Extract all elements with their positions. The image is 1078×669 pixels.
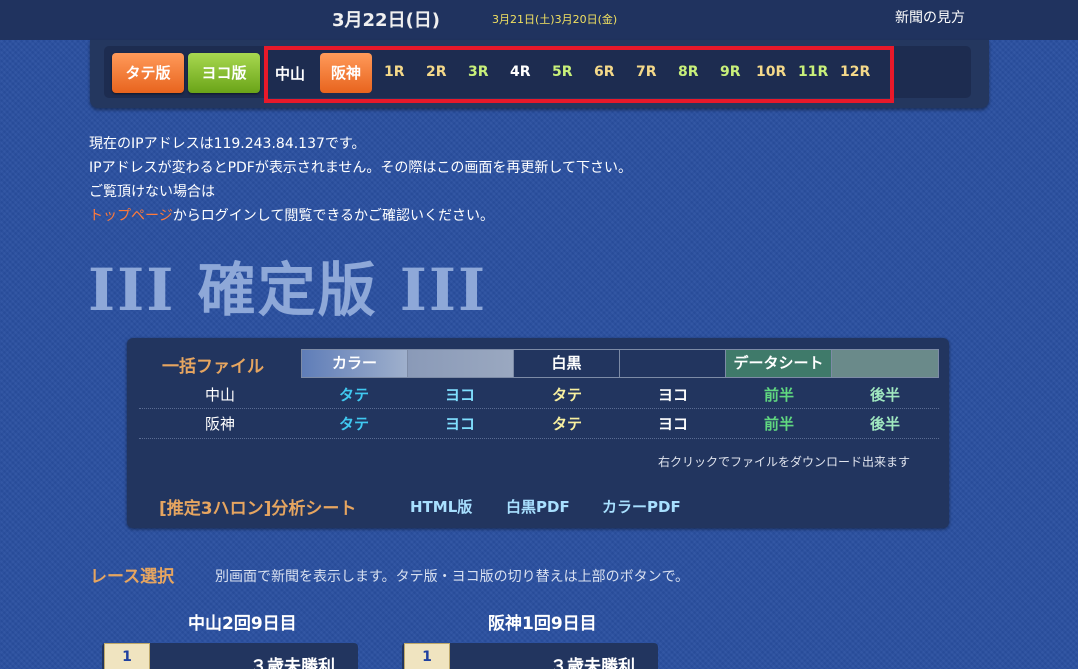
header-color-2 xyxy=(407,349,514,378)
race-3r[interactable]: 3R xyxy=(468,64,489,80)
row-venue-hanshin: 阪神 xyxy=(204,415,235,433)
race-4r[interactable]: 4R xyxy=(510,64,531,80)
nakayama-data-first[interactable]: 前半 xyxy=(749,384,809,405)
race-10r[interactable]: 10R xyxy=(756,64,786,80)
header-bw: 白黒 xyxy=(513,349,620,378)
race-12r[interactable]: 12R xyxy=(840,64,870,80)
top-page-link[interactable]: トップページ xyxy=(89,208,173,224)
race-7r[interactable]: 7R xyxy=(636,64,657,80)
row-divider xyxy=(139,438,939,439)
yoko-button[interactable]: ヨコ版 xyxy=(188,53,260,93)
analysis-color-pdf-link[interactable]: カラーPDF xyxy=(602,496,681,517)
nakayama-bw-yoko[interactable]: ヨコ xyxy=(643,384,703,405)
row-venue-nakayama: 中山 xyxy=(204,386,235,404)
race-number: 1 xyxy=(404,643,450,669)
fixed-version-title: III 確定版 III xyxy=(88,256,488,324)
race-select-description: 別画面で新聞を表示します。タテ版・ヨコ版の切り替えは上部のボタンで。 xyxy=(215,569,690,585)
nakayama-color-yoko[interactable]: ヨコ xyxy=(430,384,490,405)
venue-nakayama[interactable]: 中山 xyxy=(275,63,305,84)
race-card-nakayama-1[interactable]: 1 ３歳未勝利 xyxy=(102,643,358,669)
race-name: ３歳未勝利 xyxy=(550,657,635,669)
venue-hanshin[interactable]: 阪神 xyxy=(320,53,372,93)
header-bw-2 xyxy=(619,349,726,378)
login-instruction: トップページからログインして閲覧できるかご確認いください。 xyxy=(89,205,494,225)
analysis-sheet-label: [推定3ハロン]分析シート xyxy=(159,499,357,519)
race-5r[interactable]: 5R xyxy=(552,64,573,80)
row-divider xyxy=(139,408,939,409)
analysis-html-link[interactable]: HTML版 xyxy=(410,496,472,517)
nakayama-data-second[interactable]: 後半 xyxy=(855,384,915,405)
ip-address-text: 現在のIPアドレスは119.243.84.137です。 xyxy=(89,136,366,152)
header-datasheet: データシート xyxy=(725,349,832,378)
race-2r[interactable]: 2R xyxy=(426,64,447,80)
hanshin-color-yoko[interactable]: ヨコ xyxy=(430,413,490,434)
bulk-file-label: 一括ファイル xyxy=(162,357,264,377)
login-instruction-rest: からログインして閲覧できるかご確認いください。 xyxy=(172,208,495,224)
race-1r[interactable]: 1R xyxy=(384,64,405,80)
hanshin-data-first[interactable]: 前半 xyxy=(749,413,809,434)
hanshin-data-second[interactable]: 後半 xyxy=(855,413,915,434)
ip-warning-text: IPアドレスが変わるとPDFが表示されません。その際はこの画面を再更新して下さい… xyxy=(89,160,633,176)
guide-link[interactable]: 新聞の見方 xyxy=(895,7,965,27)
race-card-hanshin-1[interactable]: 1 ３歳未勝利 xyxy=(402,643,658,669)
other-dates-links[interactable]: 3月21日(土)3月20日(金) xyxy=(492,11,617,27)
meet-title-nakayama: 中山2回9日目 xyxy=(188,614,297,634)
nakayama-bw-tate[interactable]: タテ xyxy=(537,384,597,405)
download-note: 右クリックでファイルをダウンロード出来ます xyxy=(658,455,911,469)
race-9r[interactable]: 9R xyxy=(720,64,741,80)
cannot-view-text: ご覧頂けない場合は xyxy=(89,184,215,200)
hanshin-color-tate[interactable]: タテ xyxy=(324,413,384,434)
hanshin-bw-yoko[interactable]: ヨコ xyxy=(643,413,703,434)
hanshin-bw-tate[interactable]: タテ xyxy=(537,413,597,434)
meet-title-hanshin: 阪神1回9日目 xyxy=(488,614,597,634)
nakayama-color-tate[interactable]: タテ xyxy=(324,384,384,405)
analysis-bw-pdf-link[interactable]: 白黒PDF xyxy=(506,496,570,517)
race-8r[interactable]: 8R xyxy=(678,64,699,80)
race-6r[interactable]: 6R xyxy=(594,64,615,80)
tate-button[interactable]: タテ版 xyxy=(112,53,184,93)
header-color: カラー xyxy=(301,349,408,378)
race-11r[interactable]: 11R xyxy=(798,64,828,80)
current-date: 3月22日(日) xyxy=(332,10,441,31)
race-name: ３歳未勝利 xyxy=(250,657,335,669)
race-number: 1 xyxy=(104,643,150,669)
header-datasheet-2 xyxy=(831,349,939,378)
race-select-label: レース選択 xyxy=(90,567,175,587)
